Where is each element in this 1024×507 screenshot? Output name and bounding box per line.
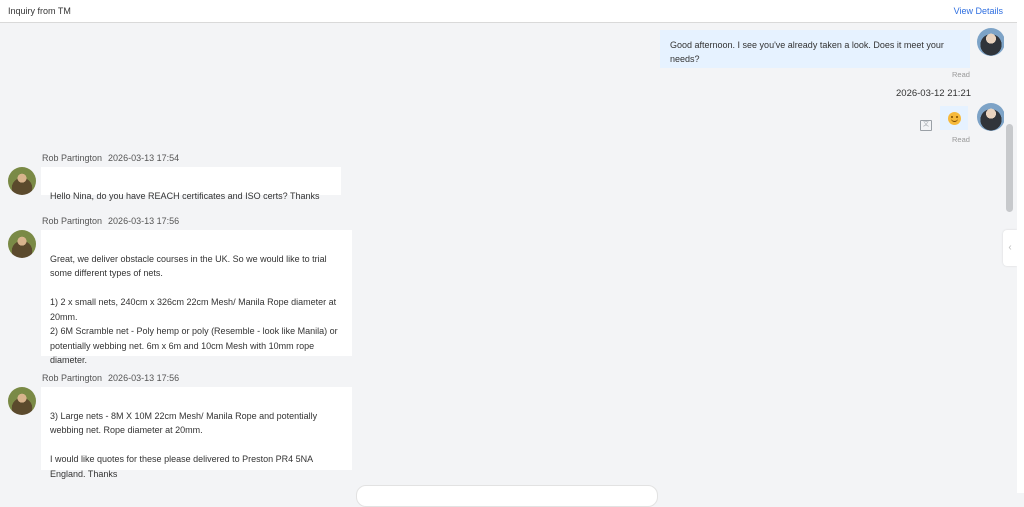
chevron-left-icon: ‹ xyxy=(1008,242,1012,253)
chat-title: Inquiry from TM xyxy=(8,6,71,16)
window-edge xyxy=(1017,0,1024,493)
incoming-message: Great, we deliver obstacle courses in th… xyxy=(41,230,352,365)
message-meta: Rob Partington 2026-03-13 17:56 xyxy=(42,216,179,226)
message-text: Great, we deliver obstacle courses in th… xyxy=(50,253,338,366)
message-time: 2026-03-13 17:54 xyxy=(108,153,180,163)
date-separator: 2026-03-12 21:21 xyxy=(896,88,972,99)
read-status: Read xyxy=(952,135,970,144)
chat-thread[interactable]: Good afternoon. I see you've already tak… xyxy=(0,24,1005,493)
avatar[interactable] xyxy=(8,387,36,415)
sender-name: Rob Partington xyxy=(42,216,103,226)
view-details-link[interactable]: View Details xyxy=(954,6,1003,16)
message-time: 2026-03-13 17:56 xyxy=(108,216,180,226)
avatar[interactable] xyxy=(8,167,36,195)
outgoing-emoji-message xyxy=(940,106,968,130)
message-meta: Rob Partington 2026-03-13 17:56 xyxy=(42,373,179,383)
avatar[interactable] xyxy=(977,28,1005,56)
new-messages-pill[interactable] xyxy=(356,485,658,507)
avatar[interactable] xyxy=(977,103,1005,131)
avatar[interactable] xyxy=(8,230,36,258)
translate-icon[interactable]: 文 xyxy=(920,120,932,131)
message-text: 3) Large nets - 8M X 10M 22cm Mesh/ Mani… xyxy=(50,410,318,479)
read-status: Read xyxy=(952,70,970,79)
scrollbar-thumb[interactable] xyxy=(1006,124,1013,212)
outgoing-message: Good afternoon. I see you've already tak… xyxy=(660,30,970,68)
chat-header: Inquiry from TM View Details xyxy=(0,0,1017,23)
message-text: Hello Nina, do you have REACH certificat… xyxy=(50,190,320,201)
sender-name: Rob Partington xyxy=(42,373,103,383)
message-text: Good afternoon. I see you've already tak… xyxy=(670,40,944,64)
collapse-panel-tab[interactable]: ‹ xyxy=(1003,230,1017,266)
smile-emoji-icon xyxy=(947,111,961,125)
message-meta: Rob Partington 2026-03-13 17:54 xyxy=(42,153,179,163)
message-time: 2026-03-13 17:56 xyxy=(108,373,180,383)
sender-name: Rob Partington xyxy=(42,153,103,163)
incoming-message: Hello Nina, do you have REACH certificat… xyxy=(41,167,341,201)
incoming-message: 3) Large nets - 8M X 10M 22cm Mesh/ Mani… xyxy=(41,387,352,479)
